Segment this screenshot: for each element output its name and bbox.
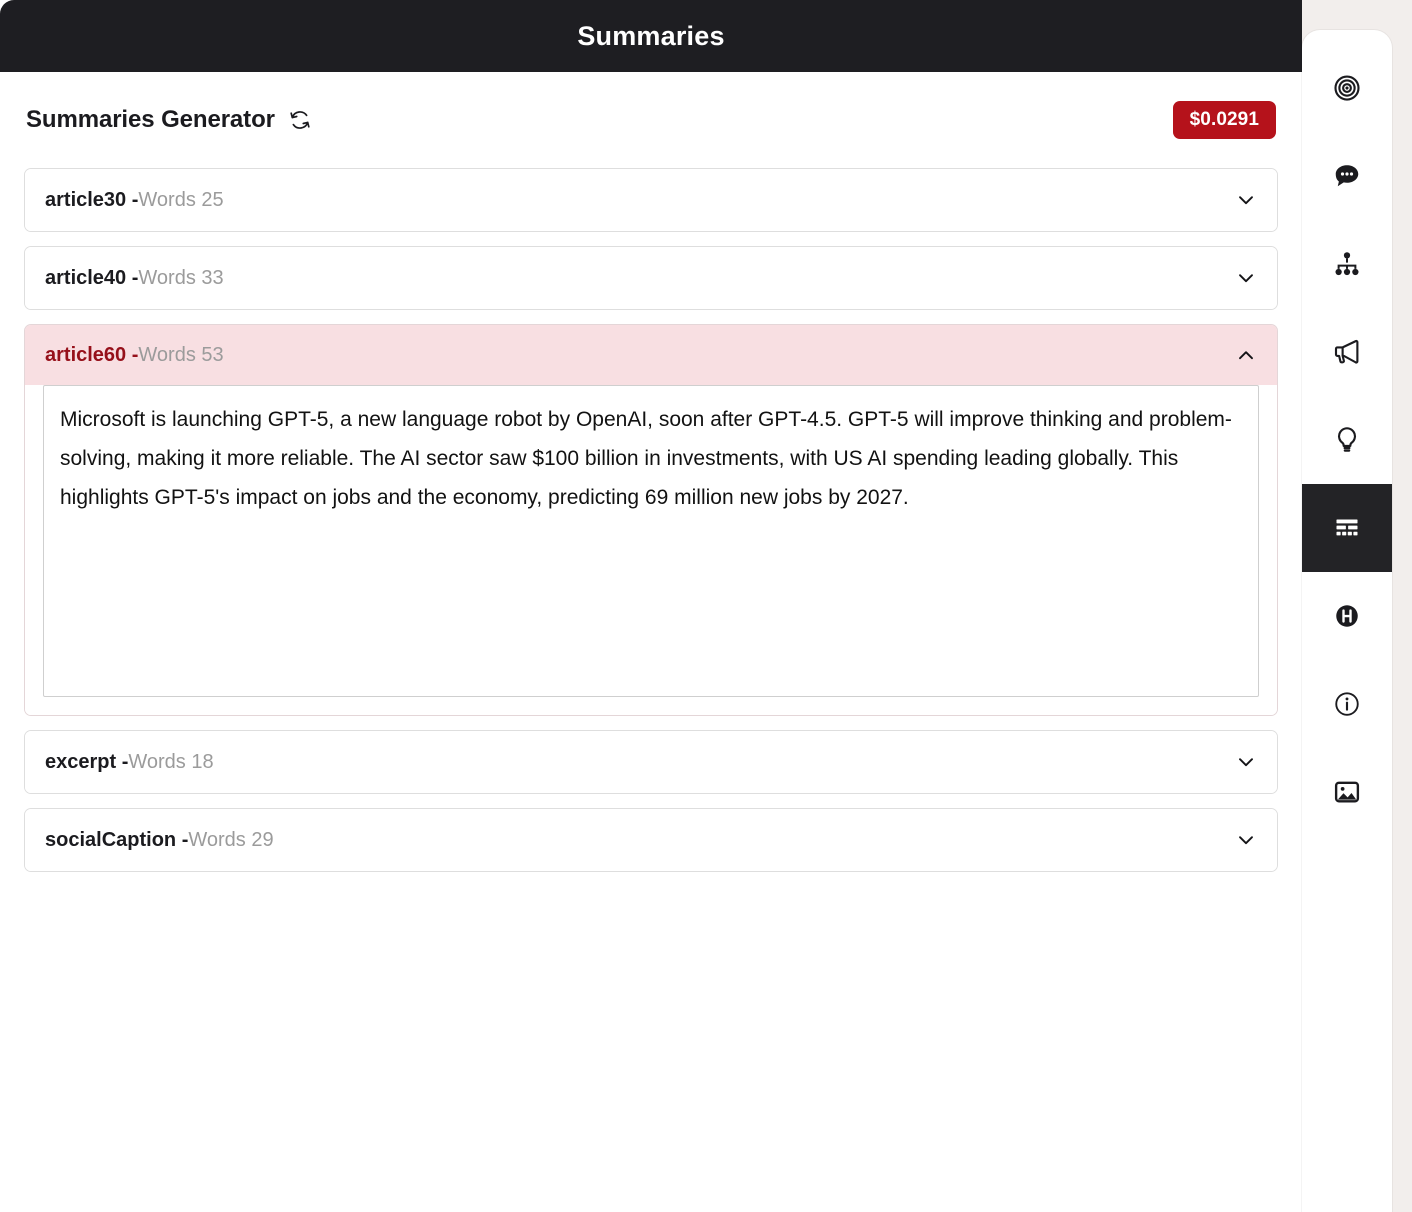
info-icon[interactable]: [1302, 660, 1392, 748]
accordion-key: article30: [45, 189, 127, 211]
hierarchy-icon[interactable]: [1302, 220, 1392, 308]
accordion-header-article40[interactable]: article40 -Words 33: [25, 247, 1277, 309]
main-panel: Summaries Summaries Generator $0.0291 ar…: [0, 0, 1302, 1212]
chat-bubble-icon-glyph: [1335, 165, 1359, 187]
refresh-icon-glyph: [290, 111, 310, 129]
summaries-accordion: article30 -Words 25 article40 -Words 33 ar…: [24, 168, 1278, 872]
h-circle-icon-glyph: [1336, 605, 1358, 627]
accordion-label: article30 -Words 25: [45, 190, 224, 210]
lightbulb-icon-glyph: [1338, 427, 1356, 452]
accordion-word-count: Words 53: [138, 344, 224, 366]
generator-header-left: Summaries Generator: [26, 105, 315, 135]
accordion-label: excerpt -Words 18: [45, 752, 214, 772]
accordion-separator: -: [126, 344, 139, 366]
megaphone-icon[interactable]: [1302, 308, 1392, 396]
image-icon-glyph: [1334, 781, 1360, 803]
chevron-down-icon: [1239, 758, 1253, 767]
accordion-key: article40: [45, 267, 127, 289]
chevron-down-icon: [1239, 274, 1253, 283]
generator-header: Summaries Generator $0.0291: [24, 72, 1278, 168]
lightbulb-icon[interactable]: [1302, 396, 1392, 484]
accordion-item: excerpt -Words 18: [24, 730, 1278, 794]
accordion-item: article30 -Words 25: [24, 168, 1278, 232]
accordion-label: article60 -Words 53: [45, 345, 224, 365]
accordion-separator: -: [126, 267, 139, 289]
summary-textarea[interactable]: Microsoft is launching GPT-5, a new lang…: [43, 385, 1259, 697]
accordion-body: Microsoft is launching GPT-5, a new lang…: [25, 385, 1277, 715]
accordion-header-excerpt[interactable]: excerpt -Words 18: [25, 731, 1277, 793]
accordion-word-count: Words 25: [138, 189, 224, 211]
window-title-bar: Summaries: [0, 0, 1302, 72]
accordion-header-socialCaption[interactable]: socialCaption -Words 29: [25, 809, 1277, 871]
info-icon-glyph: [1335, 692, 1359, 716]
right-sidebar: [1302, 30, 1392, 1212]
h-circle-icon[interactable]: [1302, 572, 1392, 660]
accordion-header-article60[interactable]: article60 -Words 53: [25, 325, 1277, 385]
chevron-down-icon: [1239, 196, 1253, 205]
page-title: Summaries: [577, 20, 725, 51]
accordion-label: article40 -Words 33: [45, 268, 224, 288]
accordion-item: article40 -Words 33: [24, 246, 1278, 310]
accordion-separator: -: [176, 829, 189, 851]
refresh-icon[interactable]: [285, 105, 315, 135]
accordion-separator: -: [116, 751, 129, 773]
accordion-header-article30[interactable]: article30 -Words 25: [25, 169, 1277, 231]
accordion-key: excerpt: [45, 751, 117, 773]
target-icon-glyph: [1334, 75, 1360, 101]
accordion-word-count: Words 18: [128, 751, 214, 773]
summaries-layout-icon[interactable]: [1302, 484, 1392, 572]
chevron-down-icon: [1239, 836, 1253, 845]
accordion-label: socialCaption -Words 29: [45, 830, 274, 850]
hierarchy-icon-glyph: [1335, 252, 1359, 276]
accordion-key: socialCaption: [45, 829, 177, 851]
chevron-up-icon: [1239, 351, 1253, 360]
accordion-separator: -: [126, 189, 139, 211]
accordion-word-count: Words 29: [188, 829, 274, 851]
accordion-item: socialCaption -Words 29: [24, 808, 1278, 872]
megaphone-icon-glyph: [1334, 339, 1359, 364]
cost-badge: $0.0291: [1172, 101, 1276, 139]
accordion-key: article60: [45, 344, 127, 366]
app-root: Summaries Summaries Generator $0.0291 ar…: [0, 0, 1412, 1212]
content-area: Summaries Generator $0.0291 article30 -W…: [0, 72, 1302, 872]
accordion-word-count: Words 33: [138, 267, 224, 289]
summaries-layout-icon-glyph: [1336, 519, 1358, 536]
generator-heading: Summaries Generator: [26, 106, 275, 133]
target-icon[interactable]: [1302, 44, 1392, 132]
chat-bubble-icon[interactable]: [1302, 132, 1392, 220]
accordion-item: article60 -Words 53 Microsoft is launchin…: [24, 324, 1278, 716]
image-icon[interactable]: [1302, 748, 1392, 836]
